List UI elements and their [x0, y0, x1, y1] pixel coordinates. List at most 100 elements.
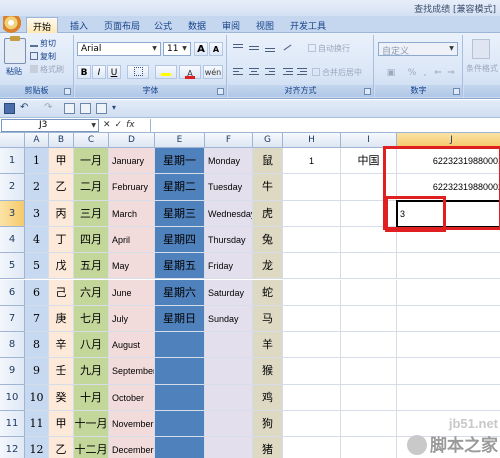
cell-d10[interactable]: October [109, 384, 155, 411]
column-header-g[interactable]: G [253, 133, 283, 148]
cell-h6[interactable] [283, 279, 341, 306]
cell-f7[interactable]: Sunday [205, 305, 253, 333]
cell-a8[interactable]: 8 [25, 332, 49, 359]
copy-button[interactable]: 复制 [30, 51, 56, 62]
cell-b2[interactable]: 乙 [49, 174, 74, 201]
cell-g8[interactable]: 羊 [253, 332, 283, 359]
cell-i12[interactable] [341, 437, 397, 458]
row-header-2[interactable]: 2 [0, 174, 25, 201]
cell-b4[interactable]: 丁 [49, 226, 74, 254]
cell-f11[interactable] [205, 411, 253, 438]
cell-i11[interactable] [341, 411, 397, 438]
row-header-6[interactable]: 6 [0, 279, 25, 306]
cut-button[interactable]: 剪切 [30, 38, 56, 49]
cell-a2[interactable]: 2 [25, 174, 49, 201]
currency-button[interactable]: ▣ [378, 65, 404, 79]
cell-e3[interactable]: 星期三 [155, 200, 205, 227]
align-bottom-icon[interactable] [264, 43, 276, 53]
cell-j9[interactable] [397, 358, 500, 385]
redo-icon[interactable]: ↷ [44, 103, 55, 114]
cell-i7[interactable] [341, 305, 397, 333]
cell-d5[interactable]: May [109, 253, 155, 280]
column-header-d[interactable]: D [109, 133, 155, 148]
row-header-4[interactable]: 4 [0, 226, 25, 254]
cell-g2[interactable]: 牛 [253, 174, 283, 201]
align-top-icon[interactable] [232, 43, 244, 53]
increase-decimal-button[interactable]: ⇐ [432, 65, 444, 79]
fill-color-button[interactable] [155, 65, 177, 79]
cell-b10[interactable]: 癸 [49, 384, 74, 411]
cell-f4[interactable]: Thursday [205, 226, 253, 254]
cell-a3[interactable]: 3 [25, 200, 49, 227]
cell-c5[interactable]: 五月 [74, 253, 109, 280]
number-format-combo[interactable]: 自定义 ▼ [378, 42, 458, 56]
cancel-icon[interactable]: ✕ [103, 120, 111, 130]
cell-e10[interactable] [155, 384, 205, 411]
tab-view[interactable]: 视图 [250, 17, 280, 33]
cell-a11[interactable]: 11 [25, 411, 49, 438]
cell-h12[interactable] [283, 437, 341, 458]
row-header-9[interactable]: 9 [0, 358, 25, 385]
tab-insert[interactable]: 插入 [64, 17, 94, 33]
cell-g9[interactable]: 猴 [253, 358, 283, 385]
row-header-11[interactable]: 11 [0, 411, 25, 438]
name-box[interactable]: J3 ▼ [1, 119, 99, 132]
cell-b11[interactable]: 甲 [49, 411, 74, 438]
align-left-icon[interactable] [232, 67, 244, 77]
cell-g3[interactable]: 虎 [253, 200, 283, 227]
cell-f9[interactable] [205, 358, 253, 385]
font-color-button[interactable]: A [179, 65, 201, 79]
cell-f8[interactable] [205, 332, 253, 359]
italic-button[interactable]: I [92, 65, 106, 79]
cell-h2[interactable] [283, 174, 341, 201]
print-preview-icon[interactable] [64, 103, 75, 114]
cell-a12[interactable]: 12 [25, 437, 49, 458]
font-size-combo[interactable]: 11 ▼ [163, 42, 191, 56]
cell-h8[interactable] [283, 332, 341, 359]
font-launcher-icon[interactable] [217, 88, 224, 95]
cell-g6[interactable]: 蛇 [253, 279, 283, 306]
cell-e2[interactable]: 星期二 [155, 174, 205, 201]
cell-b3[interactable]: 丙 [49, 200, 74, 227]
cell-f3[interactable]: Wednesday [205, 200, 253, 227]
number-launcher-icon[interactable] [453, 88, 460, 95]
tab-developer[interactable]: 开发工具 [284, 17, 332, 33]
percent-button[interactable]: % [405, 65, 419, 79]
cell-e9[interactable] [155, 358, 205, 385]
cell-a10[interactable]: 10 [25, 384, 49, 411]
cell-e11[interactable] [155, 411, 205, 438]
align-middle-icon[interactable] [248, 43, 260, 53]
chevron-down-icon[interactable]: ▼ [91, 120, 96, 131]
row-header-10[interactable]: 10 [0, 384, 25, 411]
cell-c11[interactable]: 十一月 [74, 411, 109, 438]
orientation-icon[interactable] [282, 43, 294, 53]
cell-d2[interactable]: February [109, 174, 155, 201]
merge-center-button[interactable]: 合并后居中 [312, 67, 362, 78]
cell-a5[interactable]: 5 [25, 253, 49, 280]
cell-i5[interactable] [341, 253, 397, 280]
cell-a6[interactable]: 6 [25, 279, 49, 306]
tab-page-layout[interactable]: 页面布局 [98, 17, 146, 33]
cell-h7[interactable] [283, 305, 341, 333]
cell-i6[interactable] [341, 279, 397, 306]
grow-font-button[interactable]: A [194, 42, 208, 56]
cell-f1[interactable]: Monday [205, 148, 253, 175]
comma-button[interactable]: , [420, 65, 430, 79]
cell-c9[interactable]: 九月 [74, 358, 109, 385]
cell-f10[interactable] [205, 384, 253, 411]
customize-toolbar-icon[interactable]: ▾ [112, 103, 123, 114]
cell-b12[interactable]: 乙 [49, 437, 74, 458]
row-header-5[interactable]: 5 [0, 253, 25, 280]
cell-g1[interactable]: 鼠 [253, 148, 283, 175]
clipboard-launcher-icon[interactable] [64, 88, 71, 95]
cell-h5[interactable] [283, 253, 341, 280]
enter-icon[interactable]: ✓ [115, 120, 123, 130]
cell-e8[interactable] [155, 332, 205, 359]
align-right-icon[interactable] [264, 67, 276, 77]
cell-j7[interactable] [397, 306, 500, 333]
cell-j10[interactable] [397, 385, 500, 411]
cell-h10[interactable] [283, 384, 341, 411]
cell-e1[interactable]: 星期一 [155, 148, 205, 175]
cell-b5[interactable]: 戊 [49, 253, 74, 280]
cell-c12[interactable]: 十二月 [74, 437, 109, 458]
